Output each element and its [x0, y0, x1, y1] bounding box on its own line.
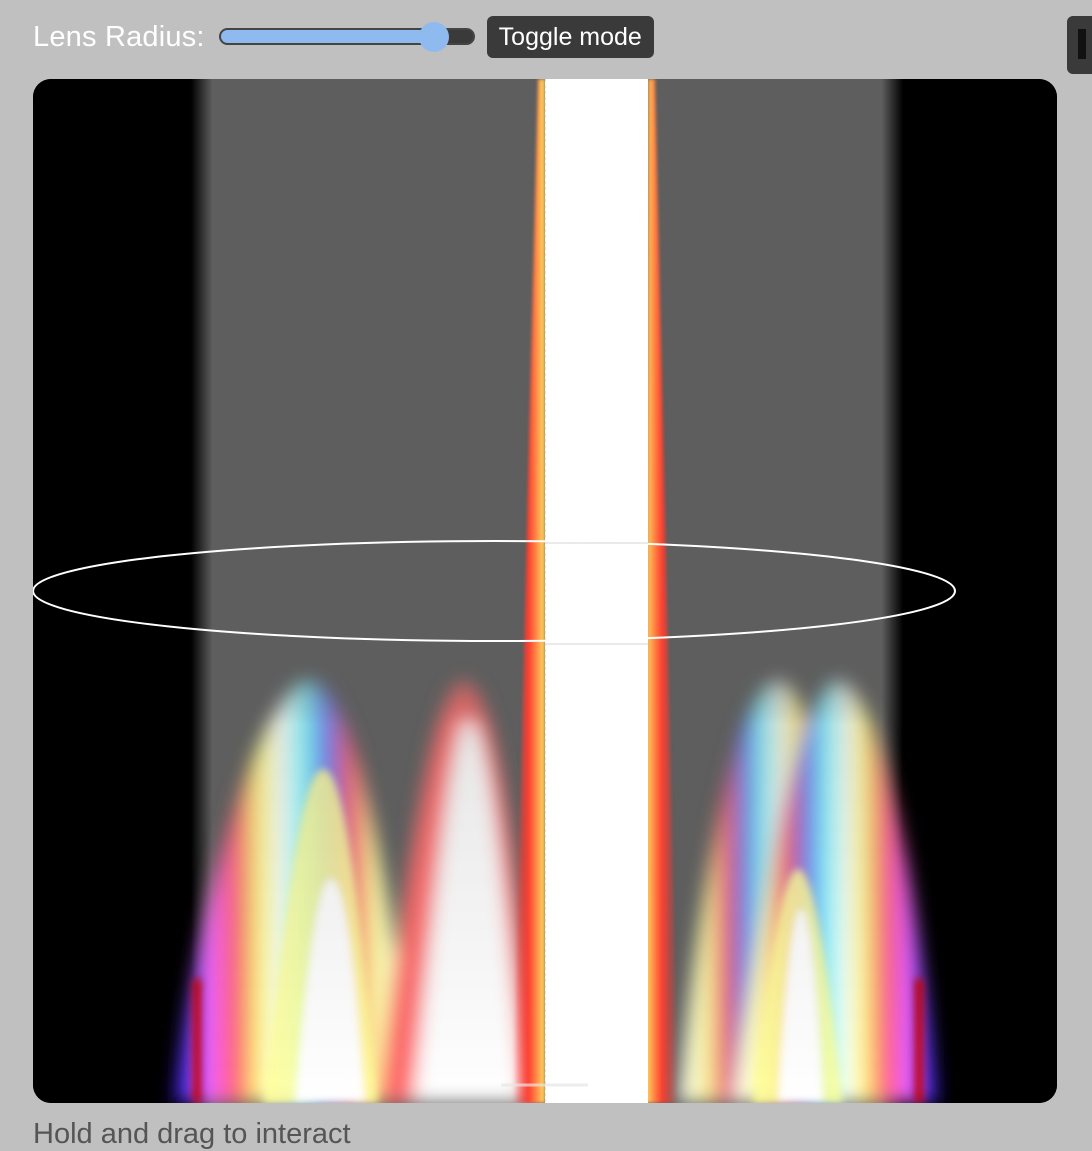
toggle-mode-button[interactable]: Toggle mode: [486, 16, 654, 58]
slider-fill: [220, 30, 436, 43]
lens-radius-label: Lens Radius:: [33, 20, 205, 53]
lens-radius-slider[interactable]: [218, 22, 475, 52]
controls-bar: Lens Radius: Toggle mode: [33, 14, 654, 60]
simulation-render[interactable]: [33, 79, 1057, 1103]
lens-simulation-canvas[interactable]: [33, 79, 1057, 1103]
button-glyph-icon: [1078, 29, 1086, 59]
cut-off-button[interactable]: [1067, 16, 1092, 74]
interaction-hint: Hold and drag to interact: [33, 1118, 351, 1150]
central-beam: [545, 79, 648, 1103]
slider-thumb[interactable]: [418, 22, 449, 52]
